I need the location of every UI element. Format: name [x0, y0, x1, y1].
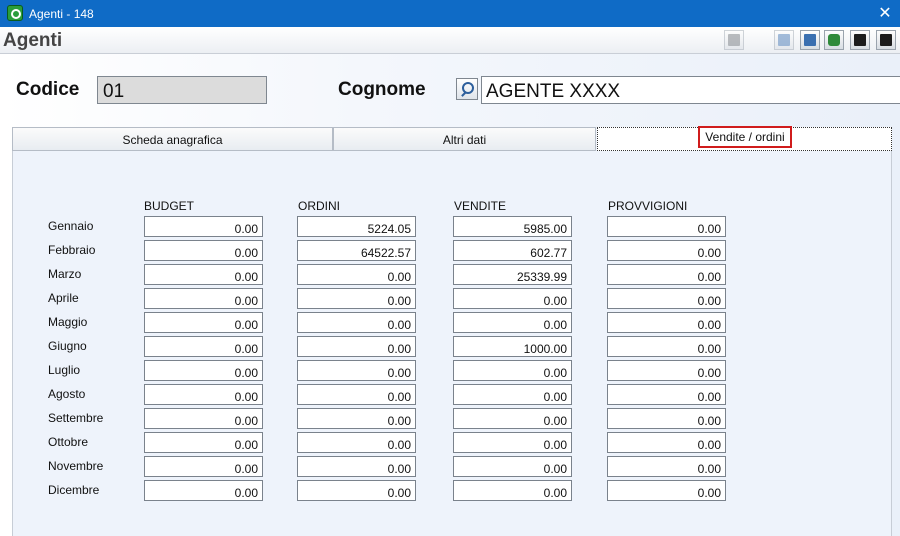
provvigioni-field[interactable]: 0.00: [607, 240, 726, 261]
edit-button[interactable]: [774, 30, 794, 50]
copy-button[interactable]: [800, 30, 820, 50]
window-title: Agenti - 148: [29, 7, 94, 21]
budget-field[interactable]: 0.00: [144, 336, 263, 357]
close-window-button[interactable]: ✕: [870, 0, 900, 27]
tab-vendite-ordini-label: Vendite / ordini: [698, 126, 792, 148]
budget-field[interactable]: 0.00: [144, 360, 263, 381]
vendite-field[interactable]: 0.00: [453, 432, 572, 453]
month-label: Giugno: [48, 339, 87, 353]
budget-field[interactable]: 0.00: [144, 384, 263, 405]
search-button[interactable]: [456, 78, 478, 100]
magnifier-handle: [461, 91, 467, 97]
codice-field[interactable]: 01: [97, 76, 267, 104]
budget-field[interactable]: 0.00: [144, 216, 263, 237]
budget-field[interactable]: 0.00: [144, 480, 263, 501]
recycle-icon: [828, 34, 840, 46]
month-label: Ottobre: [48, 435, 89, 449]
list-icon: [728, 34, 740, 46]
provvigioni-field[interactable]: 0.00: [607, 480, 726, 501]
list-button[interactable]: [724, 30, 744, 50]
month-label: Dicembre: [48, 483, 100, 497]
provvigioni-field[interactable]: 0.00: [607, 432, 726, 453]
provvigioni-field[interactable]: 0.00: [607, 312, 726, 333]
exit-button[interactable]: [876, 30, 896, 50]
vendite-field[interactable]: 0.00: [453, 384, 572, 405]
codice-label: Codice: [16, 79, 80, 100]
month-label: Febbraio: [48, 243, 96, 257]
budget-field[interactable]: 0.00: [144, 312, 263, 333]
month-label: Novembre: [48, 459, 104, 473]
vendite-field[interactable]: 0.00: [453, 408, 572, 429]
column-header-ordini: ORDINI: [298, 199, 340, 213]
vendite-field[interactable]: 0.00: [453, 480, 572, 501]
month-label: Marzo: [48, 267, 82, 281]
vendite-field[interactable]: 25339.99: [453, 264, 572, 285]
month-label: Agosto: [48, 387, 86, 401]
ordini-field[interactable]: 0.00: [297, 456, 416, 477]
provvigioni-field[interactable]: 0.00: [607, 288, 726, 309]
column-header-budget: BUDGET: [144, 199, 195, 213]
tab-altri-dati[interactable]: Altri dati: [333, 127, 596, 151]
budget-field[interactable]: 0.00: [144, 408, 263, 429]
column-header-provvigioni: PROVVIGIONI: [608, 199, 688, 213]
vendite-field[interactable]: 0.00: [453, 288, 572, 309]
month-label: Maggio: [48, 315, 88, 329]
provvigioni-field[interactable]: 0.00: [607, 360, 726, 381]
month-label: Aprile: [48, 291, 79, 305]
provvigioni-field[interactable]: 0.00: [607, 408, 726, 429]
budget-field[interactable]: 0.00: [144, 456, 263, 477]
edit-icon: [778, 34, 790, 46]
vendite-field[interactable]: 0.00: [453, 312, 572, 333]
provvigioni-field[interactable]: 0.00: [607, 216, 726, 237]
ordini-field[interactable]: 0.00: [297, 480, 416, 501]
tab-vendite-ordini[interactable]: Vendite / ordini: [597, 126, 892, 151]
cognome-field[interactable]: AGENTE XXXX: [481, 76, 900, 104]
vendite-field[interactable]: 602.77: [453, 240, 572, 261]
budget-field[interactable]: 0.00: [144, 264, 263, 285]
ordini-field[interactable]: 0.00: [297, 384, 416, 405]
window-titlebar: Agenti - 148 ✕: [0, 0, 900, 27]
vendite-field[interactable]: 1000.00: [453, 336, 572, 357]
budget-field[interactable]: 0.00: [144, 432, 263, 453]
tab-strip: Scheda anagrafica Altri dati Vendite / o…: [12, 126, 892, 151]
ordini-field[interactable]: 0.00: [297, 264, 416, 285]
ordini-field[interactable]: 0.00: [297, 336, 416, 357]
vendite-field[interactable]: 0.00: [453, 360, 572, 381]
save-button[interactable]: [850, 30, 870, 50]
recycle-button[interactable]: [824, 30, 844, 50]
vendite-field[interactable]: 0.00: [453, 456, 572, 477]
ordini-field[interactable]: 0.00: [297, 288, 416, 309]
provvigioni-field[interactable]: 0.00: [607, 264, 726, 285]
page-title: Agenti: [3, 30, 63, 51]
ordini-field[interactable]: 0.00: [297, 360, 416, 381]
month-label: Luglio: [48, 363, 81, 377]
ordini-field[interactable]: 0.00: [297, 312, 416, 333]
month-label: Settembre: [48, 411, 104, 425]
copy-icon: [804, 34, 816, 46]
provvigioni-field[interactable]: 0.00: [607, 384, 726, 405]
budget-field[interactable]: 0.00: [144, 240, 263, 261]
column-header-vendite: VENDITE: [454, 199, 507, 213]
exit-icon: [880, 34, 892, 46]
tab-scheda-anagrafica[interactable]: Scheda anagrafica: [12, 127, 333, 151]
vendite-field[interactable]: 5985.00: [453, 216, 572, 237]
ordini-field[interactable]: 64522.57: [297, 240, 416, 261]
app-logo-icon: [7, 5, 23, 21]
ordini-field[interactable]: 0.00: [297, 432, 416, 453]
save-icon: [854, 34, 866, 46]
toolbar: Agenti: [0, 27, 900, 54]
month-label: Gennaio: [48, 219, 94, 233]
ordini-field[interactable]: 0.00: [297, 408, 416, 429]
ordini-field[interactable]: 5224.05: [297, 216, 416, 237]
cognome-label: Cognome: [338, 79, 426, 100]
budget-field[interactable]: 0.00: [144, 288, 263, 309]
provvigioni-field[interactable]: 0.00: [607, 456, 726, 477]
provvigioni-field[interactable]: 0.00: [607, 336, 726, 357]
